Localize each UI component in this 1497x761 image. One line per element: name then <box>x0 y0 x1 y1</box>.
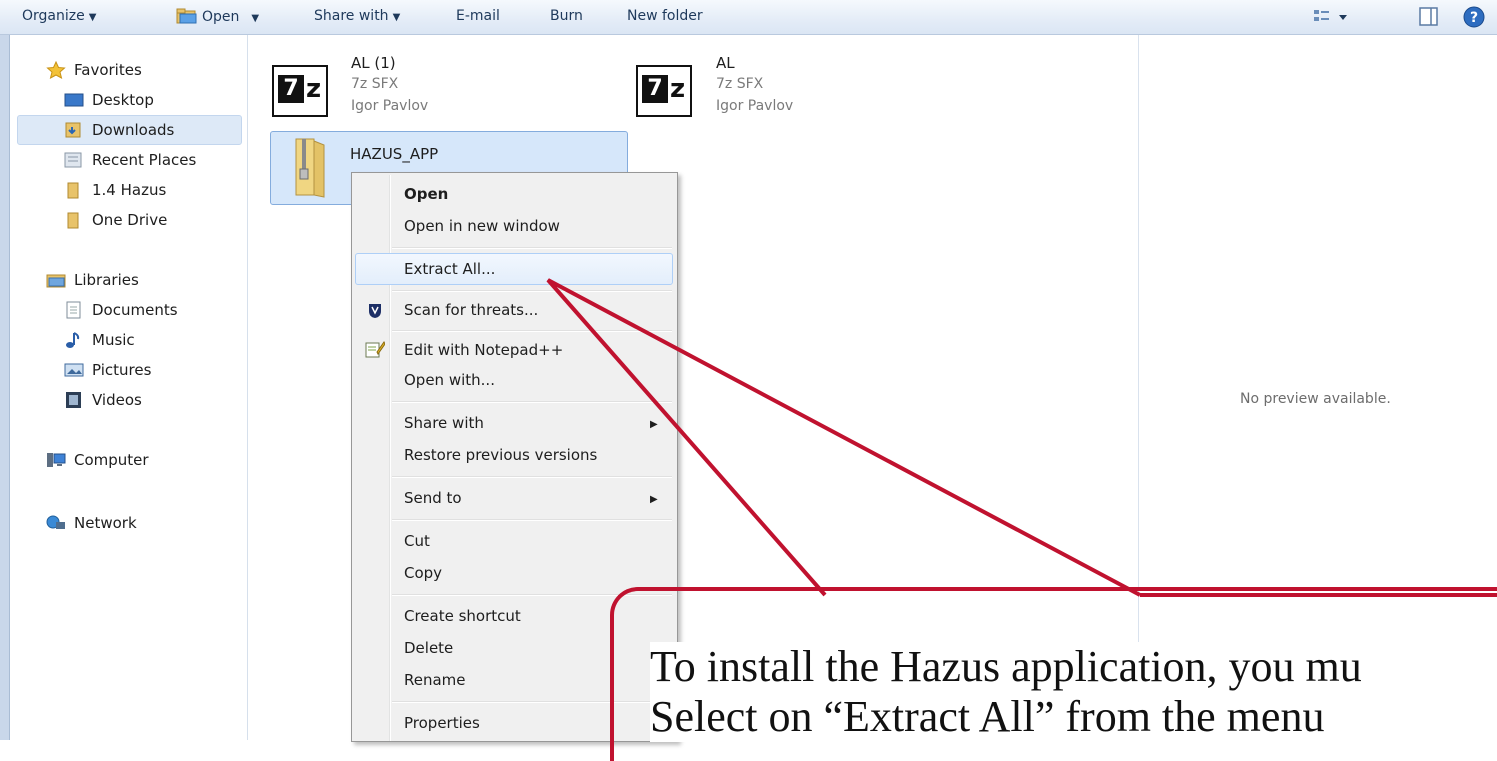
instruction-line-2: Select on “Extract All” from the menu <box>650 692 1325 741</box>
callout-pointer-line <box>546 278 1141 597</box>
instruction-callout: To install the Hazus application, you mu… <box>650 642 1497 742</box>
instruction-line-1: To install the Hazus application, you mu <box>650 642 1362 691</box>
